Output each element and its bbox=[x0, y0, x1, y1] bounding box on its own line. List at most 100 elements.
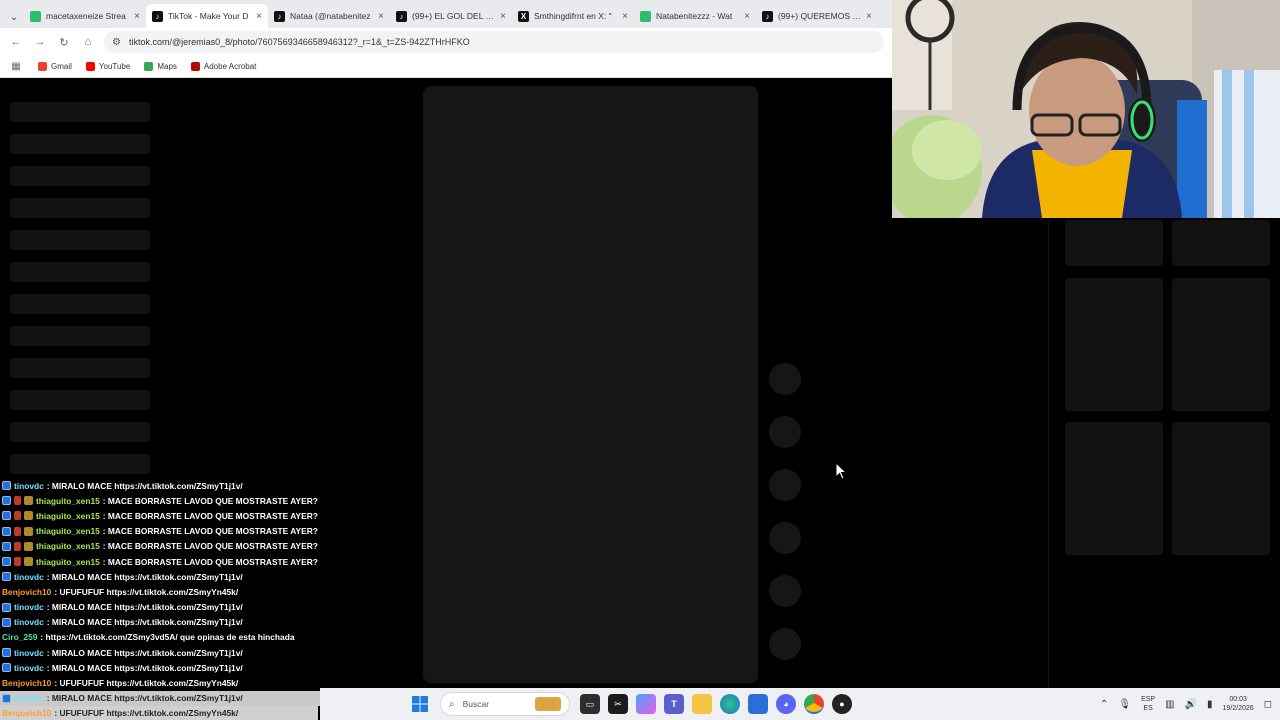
copilot-icon[interactable] bbox=[636, 694, 656, 714]
nav-item-skeleton bbox=[10, 422, 150, 442]
browser-tab[interactable]: ♪ TikTok - Make Your D × bbox=[146, 4, 268, 28]
bookmark-label: Adobe Acrobat bbox=[203, 62, 257, 71]
close-icon[interactable]: × bbox=[500, 11, 506, 22]
capcut-icon[interactable]: ✂ bbox=[608, 694, 628, 714]
chat-text: : MACE BORRASTE LAVOD QUE MOSTRASTE AYER… bbox=[102, 556, 318, 567]
chat-text: : MIRALO MACE https://vt.tiktok.com/ZSmy… bbox=[46, 647, 243, 658]
bookmark-item[interactable]: Maps bbox=[144, 62, 177, 71]
x-icon: X bbox=[518, 10, 529, 22]
bookmark-favicon-icon bbox=[190, 62, 200, 71]
blue-badge-icon bbox=[2, 572, 11, 582]
tab-title: (99+) EL GOL DEL TAN bbox=[412, 11, 496, 21]
chat-message: Benjovich10: UFUFUFUF https://vt.tiktok.… bbox=[0, 705, 318, 720]
video-tile-skeleton bbox=[1065, 422, 1163, 555]
close-icon[interactable]: × bbox=[378, 11, 384, 22]
nav-item-skeleton bbox=[10, 134, 150, 154]
blue-badge-icon bbox=[2, 511, 11, 521]
video-tile-skeleton bbox=[1172, 278, 1270, 411]
bookmark-list: Gmail YouTube Maps Adobe Acrobat bbox=[38, 62, 256, 71]
battery-icon[interactable]: ▮ bbox=[1207, 699, 1213, 710]
chat-username: thiaguito_xen15 bbox=[36, 526, 100, 537]
chat-username: tinovdc bbox=[14, 662, 44, 673]
windows-start-icon[interactable] bbox=[410, 694, 430, 714]
chat-text: : https://vt.tiktok.com/ZSmy3vd5A/ que o… bbox=[40, 632, 295, 643]
close-icon[interactable]: × bbox=[744, 11, 750, 22]
taskbar-search[interactable]: ⌕ Buscar bbox=[440, 692, 570, 716]
back-icon[interactable]: ← bbox=[8, 34, 24, 50]
tab-title: Smthingdifrnt en X: " bbox=[534, 11, 612, 21]
chat-message: thiaguito_xen15: MACE BORRASTE LAVOD QUE… bbox=[0, 508, 420, 523]
tab-title: macetaxeneize Strea bbox=[46, 11, 126, 21]
obs-icon[interactable]: ● bbox=[832, 694, 852, 714]
browser-tab[interactable]: Natabenitezzz - Wat × bbox=[634, 4, 756, 28]
chat-text: : UFUFUFUF https://vt.tiktok.com/ZSmyYn4… bbox=[54, 586, 239, 597]
chrome-icon[interactable] bbox=[804, 694, 824, 714]
mod-badge-icon bbox=[14, 557, 21, 567]
chat-username: thiaguito_xen15 bbox=[36, 495, 100, 506]
file-explorer-icon[interactable] bbox=[692, 694, 712, 714]
tab-title: (99+) QUEREMOS HA bbox=[778, 11, 862, 21]
chat-message: Benjovich10: UFUFUFUF https://vt.tiktok.… bbox=[0, 584, 420, 599]
blue-badge-icon bbox=[2, 526, 11, 536]
bookmark-item[interactable]: Adobe Acrobat bbox=[190, 62, 257, 71]
teams-icon[interactable]: T bbox=[664, 694, 684, 714]
browser-tab[interactable]: X Smthingdifrnt en X: " × bbox=[512, 4, 634, 28]
reload-icon[interactable]: ↻ bbox=[56, 34, 72, 50]
store-icon[interactable] bbox=[748, 694, 768, 714]
volume-icon[interactable]: 🔊 bbox=[1185, 699, 1197, 710]
close-icon[interactable]: × bbox=[866, 11, 872, 22]
chat-message: tinovdc: MIRALO MACE https://vt.tiktok.c… bbox=[0, 478, 420, 493]
microphone-icon[interactable]: 🎙 bbox=[1118, 699, 1131, 710]
browser-tab[interactable]: ♪ (99+) EL GOL DEL TAN × bbox=[390, 4, 512, 28]
browser-tab[interactable]: macetaxeneize Strea × bbox=[24, 4, 146, 28]
close-icon[interactable]: × bbox=[256, 11, 262, 22]
search-highlight-icon bbox=[535, 697, 561, 711]
task-view-icon[interactable]: ▭ bbox=[580, 694, 600, 714]
bookmark-item[interactable]: YouTube bbox=[85, 62, 131, 71]
clock-date: 19/2/2026 bbox=[1222, 705, 1254, 712]
close-icon[interactable]: × bbox=[134, 11, 140, 22]
apps-grid-icon[interactable]: ▦ bbox=[8, 59, 24, 75]
video-tile-skeleton bbox=[1172, 422, 1270, 555]
forward-icon[interactable]: → bbox=[32, 34, 48, 50]
video-tile-skeleton bbox=[1065, 278, 1163, 411]
system-tray: ⌃ 🎙 ESP ES ▥ 🔊 ▮ 00:03 19/2/2026 ◻ bbox=[1100, 695, 1280, 713]
address-bar[interactable]: ⚙ tiktok.com/@jeremias0_8/photo/76075693… bbox=[104, 31, 884, 53]
home-icon[interactable]: ⌂ bbox=[80, 34, 96, 50]
chat-username: tinovdc bbox=[14, 602, 44, 613]
chat-text: : MIRALO MACE https://vt.tiktok.com/ZSmy… bbox=[46, 693, 243, 704]
clock[interactable]: 00:03 19/2/2026 bbox=[1223, 695, 1254, 713]
site-info-icon[interactable]: ⚙ bbox=[112, 37, 121, 48]
bookmark-label: YouTube bbox=[98, 62, 131, 71]
close-icon[interactable]: × bbox=[622, 11, 628, 22]
browser-tab[interactable]: ♪ (99+) QUEREMOS HA × bbox=[756, 4, 878, 28]
chat-username: Benjovich10 bbox=[2, 678, 52, 689]
chat-username: tinovdc bbox=[14, 647, 44, 658]
tab-strip: macetaxeneize Strea × ♪ TikTok - Make Your … bbox=[24, 4, 878, 28]
nav-item-skeleton bbox=[10, 454, 150, 474]
chat-username: tinovdc bbox=[14, 571, 44, 582]
blue-badge-icon bbox=[2, 496, 11, 506]
network-icon[interactable]: ▥ bbox=[1165, 699, 1174, 710]
discord-icon[interactable]: ◕ bbox=[776, 694, 796, 714]
bookmark-item[interactable]: Gmail bbox=[38, 62, 72, 71]
search-placeholder: Buscar bbox=[462, 699, 490, 709]
browser-tab[interactable]: ♪ Nataa (@natabenitez × bbox=[268, 4, 390, 28]
chat-username: tinovdc bbox=[14, 617, 44, 628]
chat-username: thiaguito_xen15 bbox=[36, 556, 100, 567]
chat-message: thiaguito_xen15: MACE BORRASTE LAVOD QUE… bbox=[0, 554, 420, 569]
twitch-icon bbox=[30, 10, 41, 22]
blue-badge-icon bbox=[2, 648, 11, 658]
chat-message: tinovdc: MIRALO MACE https://vt.tiktok.c… bbox=[0, 645, 420, 660]
mod-badge-icon bbox=[14, 541, 21, 551]
chat-text: : MACE BORRASTE LAVOD QUE MOSTRASTE AYER… bbox=[102, 526, 318, 537]
chat-username: thiaguito_xen15 bbox=[36, 510, 100, 521]
edge-icon[interactable] bbox=[720, 694, 740, 714]
language-indicator[interactable]: ESP ES bbox=[1141, 695, 1155, 713]
blue-badge-icon bbox=[2, 541, 11, 551]
chevron-up-icon[interactable]: ⌃ bbox=[1100, 699, 1108, 710]
tab-search-icon[interactable]: ⌄ bbox=[4, 6, 24, 28]
tab-bar: ⌄ macetaxeneize Strea × ♪ TikTok - Make You… bbox=[0, 0, 892, 28]
notifications-icon[interactable]: ◻ bbox=[1264, 699, 1272, 710]
action-button-skeleton bbox=[769, 469, 801, 501]
